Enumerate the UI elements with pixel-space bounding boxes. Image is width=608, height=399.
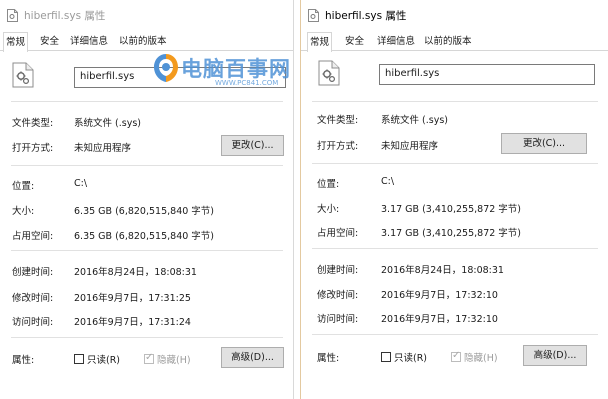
location-value: C:\ bbox=[381, 176, 395, 187]
size-on-disk-label: 占用空间: bbox=[12, 231, 54, 242]
tab-strip: 常规 安全 详细信息 以前的版本 bbox=[301, 32, 608, 52]
tab-details[interactable]: 详细信息 bbox=[68, 34, 110, 51]
tab-previous-versions[interactable]: 以前的版本 bbox=[422, 34, 474, 51]
readonly-label: 只读(R) bbox=[394, 353, 428, 364]
location-value: C:\ bbox=[74, 178, 88, 189]
filename-input[interactable]: hiberfil.sys bbox=[74, 67, 286, 88]
title-bar: hiberfil.sys 属性 bbox=[301, 0, 608, 30]
file-icon bbox=[308, 9, 319, 22]
advanced-button[interactable]: 高级(D)... bbox=[523, 345, 587, 366]
title-bar: hiberfil.sys 属性 bbox=[0, 0, 293, 30]
accessed-value: 2016年9月7日，17:31:24 bbox=[74, 317, 191, 328]
tab-security[interactable]: 安全 bbox=[38, 34, 61, 51]
size-label: 大小: bbox=[12, 206, 35, 217]
created-label: 创建时间: bbox=[12, 267, 54, 278]
size-on-disk-value: 3.17 GB (3,410,255,872 字节) bbox=[381, 228, 522, 239]
separator bbox=[312, 101, 598, 102]
filename-input[interactable]: hiberfil.sys bbox=[379, 64, 595, 85]
opens-with-value: 未知应用程序 bbox=[381, 141, 439, 152]
accessed-label: 访问时间: bbox=[317, 314, 359, 325]
size-on-disk-label: 占用空间: bbox=[317, 228, 359, 239]
system-file-icon bbox=[12, 62, 34, 88]
separator bbox=[11, 165, 283, 166]
hidden-checkbox: 隐藏(H) bbox=[451, 350, 498, 364]
checkbox-box bbox=[381, 352, 391, 362]
separator bbox=[11, 250, 283, 251]
separator bbox=[312, 334, 598, 335]
file-type-label: 文件类型: bbox=[12, 118, 54, 129]
created-value: 2016年8月24日，18:08:31 bbox=[381, 265, 504, 276]
opens-with-label: 打开方式: bbox=[317, 141, 359, 152]
accessed-label: 访问时间: bbox=[12, 317, 54, 328]
system-file-icon bbox=[318, 60, 340, 86]
change-button[interactable]: 更改(C)... bbox=[501, 133, 587, 154]
readonly-checkbox[interactable]: 只读(R) bbox=[381, 350, 427, 364]
tab-previous-versions[interactable]: 以前的版本 bbox=[117, 34, 169, 51]
separator bbox=[312, 163, 598, 164]
created-label: 创建时间: bbox=[317, 265, 359, 276]
file-type-label: 文件类型: bbox=[317, 115, 359, 126]
modified-value: 2016年9月7日，17:32:10 bbox=[381, 290, 498, 301]
separator bbox=[11, 337, 283, 338]
attributes-label: 属性: bbox=[12, 355, 35, 366]
size-value: 6.35 GB (6,820,515,840 字节) bbox=[74, 206, 215, 217]
size-on-disk-value: 6.35 GB (6,820,515,840 字节) bbox=[74, 231, 215, 242]
separator bbox=[312, 248, 598, 249]
checkbox-box bbox=[74, 354, 84, 364]
tab-strip: 常规 安全 详细信息 以前的版本 bbox=[0, 32, 293, 52]
advanced-button[interactable]: 高级(D)... bbox=[221, 347, 284, 368]
checkbox-box bbox=[451, 350, 461, 362]
hidden-label: 隐藏(H) bbox=[464, 353, 498, 364]
size-label: 大小: bbox=[317, 204, 340, 215]
tab-security[interactable]: 安全 bbox=[343, 34, 366, 51]
readonly-label: 只读(R) bbox=[87, 355, 121, 366]
checkbox-box bbox=[144, 352, 154, 364]
hidden-label: 隐藏(H) bbox=[157, 355, 191, 366]
properties-window-left: hiberfil.sys 属性 常规 安全 详细信息 以前的版本 hiberfi… bbox=[0, 0, 294, 399]
opens-with-label: 打开方式: bbox=[12, 143, 54, 154]
attributes-label: 属性: bbox=[317, 353, 340, 364]
modified-label: 修改时间: bbox=[317, 290, 359, 301]
location-label: 位置: bbox=[317, 179, 340, 190]
window-title: hiberfil.sys 属性 bbox=[24, 10, 106, 22]
accessed-value: 2016年9月7日，17:32:10 bbox=[381, 314, 498, 325]
modified-value: 2016年9月7日，17:31:25 bbox=[74, 293, 191, 304]
readonly-checkbox[interactable]: 只读(R) bbox=[74, 352, 120, 366]
location-label: 位置: bbox=[12, 181, 35, 192]
tab-details[interactable]: 详细信息 bbox=[375, 34, 417, 51]
tab-general[interactable]: 常规 bbox=[3, 32, 29, 52]
file-icon bbox=[7, 9, 18, 22]
properties-window-right: hiberfil.sys 属性 常规 安全 详细信息 以前的版本 hiberfi… bbox=[300, 0, 608, 399]
created-value: 2016年8月24日，18:08:31 bbox=[74, 267, 197, 278]
opens-with-value: 未知应用程序 bbox=[74, 143, 132, 154]
file-type-value: 系统文件 (.sys) bbox=[74, 118, 141, 129]
separator bbox=[11, 101, 283, 102]
change-button[interactable]: 更改(C)... bbox=[221, 135, 284, 156]
hidden-checkbox: 隐藏(H) bbox=[144, 352, 191, 366]
size-value: 3.17 GB (3,410,255,872 字节) bbox=[381, 204, 522, 215]
file-type-value: 系统文件 (.sys) bbox=[381, 115, 448, 126]
window-title: hiberfil.sys 属性 bbox=[325, 10, 407, 22]
modified-label: 修改时间: bbox=[12, 293, 54, 304]
tab-general[interactable]: 常规 bbox=[307, 32, 333, 52]
